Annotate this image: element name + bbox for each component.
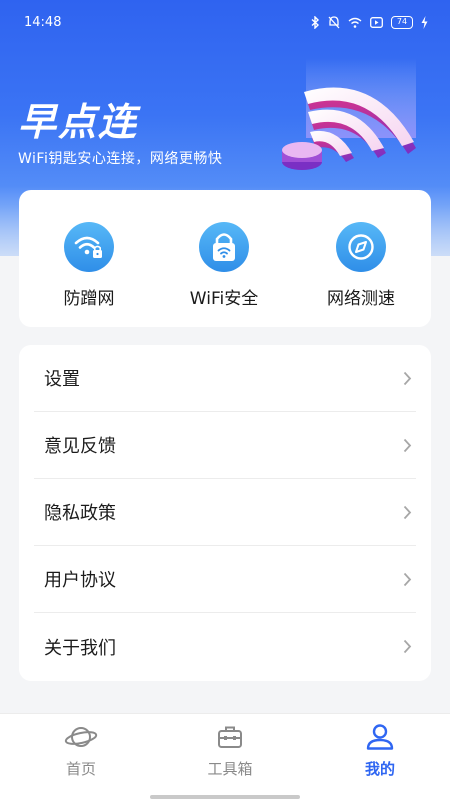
menu-label: 关于我们 (44, 637, 116, 659)
chevron-right-icon (398, 438, 416, 453)
tab-label: 我的 (364, 760, 395, 778)
tool-anti-leech[interactable]: 防蹭网 (24, 222, 154, 309)
tab-label: 工具箱 (207, 760, 253, 778)
wifi-icon (348, 17, 362, 28)
menu-label: 隐私政策 (44, 503, 116, 524)
mute-icon (328, 15, 340, 29)
wifi-lock-icon (64, 222, 114, 272)
tab-mine[interactable]: 我的 (330, 722, 430, 779)
status-time: 14:48 (24, 14, 62, 30)
menu-item-about-us[interactable]: 关于我们 (34, 613, 416, 680)
menu-label: 设置 (44, 369, 80, 390)
brand-block: 早点连 WiFi钥匙安心连接，网络更畅快 (18, 100, 222, 168)
toolbox-icon (180, 722, 280, 752)
chevron-right-icon (398, 505, 416, 520)
chevron-right-icon (398, 639, 416, 654)
battery-icon: 74 (391, 15, 413, 29)
menu-item-user-agreement[interactable]: 用户协议 (34, 546, 416, 613)
menu-label: 意见反馈 (44, 436, 116, 457)
chevron-right-icon (398, 371, 416, 386)
user-icon (330, 722, 430, 752)
planet-icon (31, 722, 131, 752)
app-title: 早点连 (18, 100, 139, 144)
bottom-tab-bar: 首页 工具箱 我的 (0, 713, 450, 800)
tab-toolbox[interactable]: 工具箱 (180, 722, 280, 779)
menu-label: 用户协议 (44, 570, 116, 591)
tools-card: 防蹭网 WiFi安全 网络测速 (19, 190, 431, 327)
settings-menu: 设置 意见反馈 隐私政策 用户协议 关于我们 (19, 345, 431, 681)
tab-home[interactable]: 首页 (31, 722, 131, 779)
menu-item-feedback[interactable]: 意见反馈 (34, 412, 416, 479)
bluetooth-icon (311, 15, 320, 29)
tool-wifi-security[interactable]: WiFi安全 (159, 222, 289, 309)
tool-label: 防蹭网 (63, 289, 115, 309)
media-icon (370, 16, 383, 28)
tab-label: 首页 (65, 760, 96, 778)
compass-icon (336, 222, 386, 272)
menu-item-settings[interactable]: 设置 (34, 345, 416, 412)
charging-icon (421, 15, 428, 29)
home-indicator[interactable] (150, 795, 300, 799)
tool-label: WiFi安全 (189, 289, 259, 309)
tool-label: 网络测速 (327, 289, 395, 309)
wifi-illustration-icon (276, 58, 426, 182)
chevron-right-icon (398, 572, 416, 587)
app-slogan: WiFi钥匙安心连接，网络更畅快 (18, 151, 223, 167)
status-bar: 14:48 74 (0, 0, 450, 44)
tool-speed-test[interactable]: 网络测速 (296, 222, 426, 309)
menu-item-privacy-policy[interactable]: 隐私政策 (34, 479, 416, 546)
padlock-icon (199, 222, 249, 272)
